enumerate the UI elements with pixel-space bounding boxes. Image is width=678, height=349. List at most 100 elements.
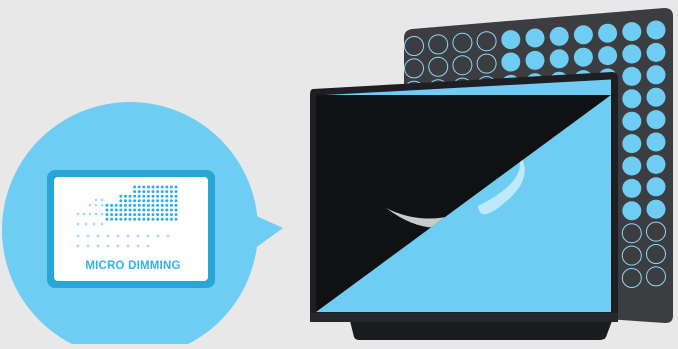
icon-dot bbox=[133, 217, 137, 221]
icon-dot bbox=[160, 213, 164, 217]
icon-dot bbox=[137, 190, 141, 194]
icon-dot bbox=[128, 217, 132, 221]
icon-dot bbox=[110, 217, 114, 221]
icon-dot bbox=[165, 199, 169, 203]
led-dot bbox=[525, 50, 545, 70]
icon-dot bbox=[160, 217, 164, 221]
led-dot bbox=[622, 89, 642, 109]
icon-dot bbox=[156, 217, 160, 221]
icon-dot bbox=[151, 213, 155, 217]
icon-dot bbox=[137, 194, 141, 198]
icon-dot bbox=[151, 208, 155, 212]
icon-dot bbox=[133, 203, 137, 207]
led-dot bbox=[573, 47, 593, 67]
led-dot bbox=[646, 87, 666, 107]
icon-dot bbox=[146, 190, 150, 194]
icon-dot bbox=[128, 208, 132, 212]
icon-dot bbox=[142, 194, 146, 198]
icon-dot bbox=[133, 185, 137, 189]
icon-dot bbox=[105, 213, 109, 217]
led-dot bbox=[622, 156, 642, 176]
icon-dot bbox=[137, 185, 141, 189]
icon-dot bbox=[151, 217, 155, 221]
icon-dot bbox=[114, 217, 118, 221]
icon-dot bbox=[160, 185, 164, 189]
icon-dot bbox=[110, 208, 114, 212]
icon-dot bbox=[146, 217, 150, 221]
icon-dot bbox=[136, 244, 140, 248]
led-dot bbox=[525, 28, 545, 48]
icon-dot bbox=[128, 213, 132, 217]
led-dot bbox=[501, 30, 521, 50]
micro-dimming-callout bbox=[2, 102, 283, 349]
icon-dot bbox=[142, 185, 146, 189]
icon-dot bbox=[165, 203, 169, 207]
icon-dot bbox=[142, 208, 146, 212]
micro-dimming-illustration bbox=[0, 0, 678, 349]
icon-dot bbox=[88, 212, 92, 216]
icon-dot bbox=[142, 217, 146, 221]
icon-dot bbox=[169, 185, 173, 189]
icon-dot bbox=[133, 194, 137, 198]
led-dot bbox=[622, 111, 642, 131]
icon-dot bbox=[146, 208, 150, 212]
icon-dot bbox=[165, 185, 169, 189]
icon-dot bbox=[137, 213, 141, 217]
led-dot bbox=[622, 22, 642, 42]
icon-dot bbox=[146, 203, 150, 207]
led-dot bbox=[646, 65, 666, 85]
icon-dot bbox=[156, 208, 160, 212]
icon-dot bbox=[146, 199, 150, 203]
icon-dot bbox=[100, 198, 104, 202]
icon-dot bbox=[92, 222, 96, 226]
icon-dot bbox=[165, 213, 169, 217]
icon-dot bbox=[126, 244, 130, 248]
icon-dot bbox=[174, 199, 178, 203]
icon-dot bbox=[94, 203, 98, 207]
icon-dot bbox=[151, 190, 155, 194]
icon-dot bbox=[136, 234, 140, 238]
icon-dot bbox=[142, 213, 146, 217]
icon-dot bbox=[174, 185, 178, 189]
led-dot bbox=[598, 46, 618, 66]
icon-dot bbox=[169, 217, 173, 221]
icon-dot bbox=[156, 185, 160, 189]
led-dot bbox=[501, 52, 521, 72]
icon-dot bbox=[166, 234, 170, 238]
icon-dot bbox=[114, 213, 118, 217]
icon-dot bbox=[165, 190, 169, 194]
icon-dot bbox=[119, 203, 123, 207]
icon-dot bbox=[165, 217, 169, 221]
icon-dot bbox=[137, 217, 141, 221]
icon-dot bbox=[156, 190, 160, 194]
icon-dot bbox=[151, 194, 155, 198]
icon-dot bbox=[142, 199, 146, 203]
icon-dot bbox=[128, 203, 132, 207]
icon-dot bbox=[133, 208, 137, 212]
icon-dot bbox=[165, 208, 169, 212]
icon-dot bbox=[174, 213, 178, 217]
icon-dot bbox=[100, 203, 104, 207]
icon-dot bbox=[116, 244, 120, 248]
icon-dot bbox=[174, 194, 178, 198]
icon-dot bbox=[116, 234, 120, 238]
icon-dot bbox=[76, 234, 80, 238]
icon-dot bbox=[105, 203, 109, 207]
icon-dot bbox=[86, 244, 90, 248]
icon-dot bbox=[146, 194, 150, 198]
icon-dot bbox=[128, 199, 132, 203]
icon-dot bbox=[160, 190, 164, 194]
icon-dot bbox=[133, 213, 137, 217]
icon-dot bbox=[76, 222, 80, 226]
led-dot bbox=[622, 201, 642, 221]
icon-dot bbox=[84, 222, 88, 226]
icon-dot bbox=[174, 203, 178, 207]
icon-dot bbox=[169, 213, 173, 217]
icon-dot bbox=[114, 203, 118, 207]
icon-dot bbox=[76, 212, 80, 216]
icon-dot bbox=[165, 194, 169, 198]
icon-dot bbox=[146, 213, 150, 217]
icon-dot bbox=[106, 244, 110, 248]
led-dot bbox=[646, 42, 666, 62]
icon-dot bbox=[119, 194, 123, 198]
